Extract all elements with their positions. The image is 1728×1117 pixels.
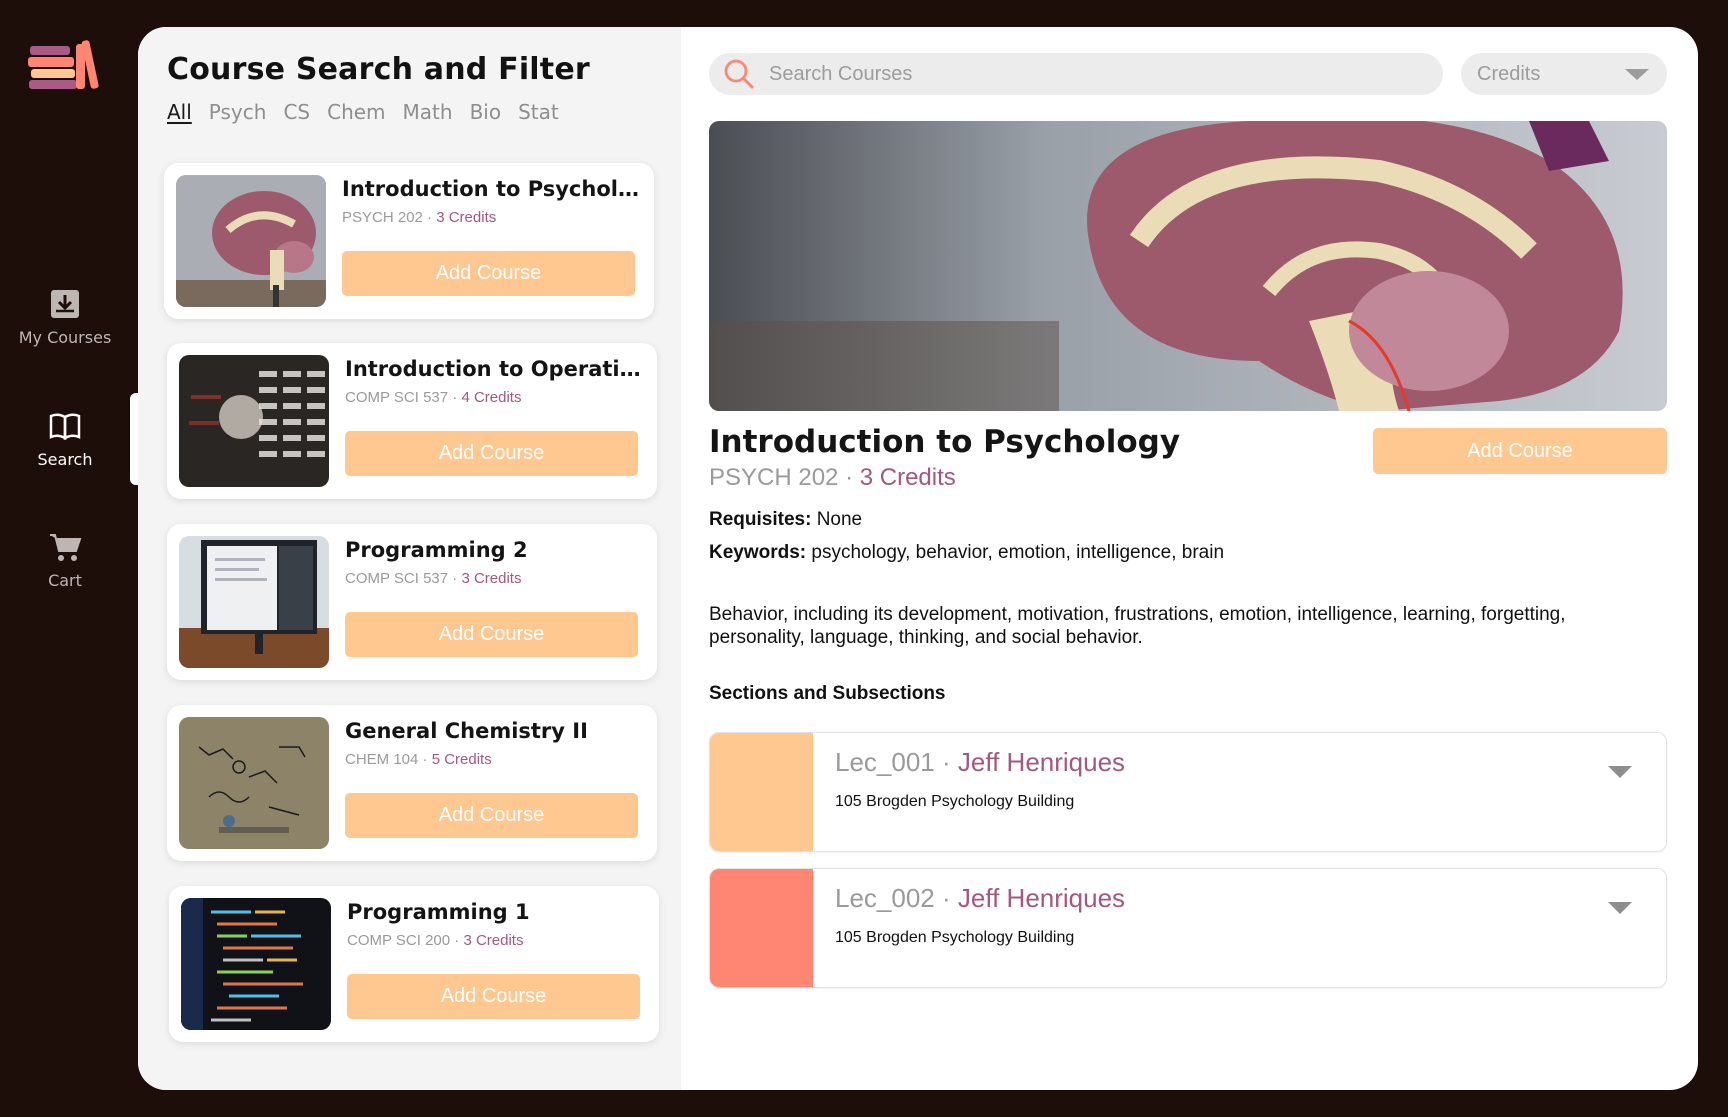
course-card[interactable]: Programming 2 COMP SCI 537 · 3 Credits A… (167, 524, 657, 680)
course-thumbnail-monitor (179, 536, 329, 668)
filter-tab-chem[interactable]: Chem (327, 100, 385, 124)
page-title: Course Search and Filter (167, 52, 590, 87)
course-title: Introduction to Operating S... (345, 357, 645, 381)
course-code: COMP SCI 537 (345, 570, 449, 587)
keywords: Keywords: psychology, behavior, emotion,… (709, 542, 1224, 564)
nav-rail: My Courses Search Cart (0, 0, 142, 1117)
section-instructor: Jeff Henriques (957, 883, 1126, 913)
course-credits: 5 Credits (431, 751, 492, 768)
filter-tab-stat[interactable]: Stat (518, 100, 559, 124)
chevron-down-icon[interactable] (1608, 902, 1632, 914)
course-detail-credits: 3 Credits (859, 464, 956, 491)
course-meta: COMP SCI 537 · 4 Credits (345, 389, 522, 406)
course-credits: 3 Credits (463, 932, 524, 949)
section-header: Lec_001 · Jeff Henriques (835, 747, 1126, 777)
add-course-button[interactable]: Add Course (345, 612, 638, 657)
filter-tab-psych[interactable]: Psych (209, 100, 267, 124)
course-meta: COMP SCI 537 · 3 Credits (345, 570, 522, 587)
course-title: Introduction to Psychology (342, 177, 642, 201)
section-row[interactable]: Lec_002 · Jeff Henriques 105 Brogden Psy… (709, 868, 1667, 988)
section-header: Lec_002 · Jeff Henriques (835, 883, 1126, 913)
course-thumbnail-brain (176, 175, 326, 307)
keywords-value: psychology, behavior, emotion, intellige… (811, 542, 1225, 563)
sections-heading: Sections and Subsections (709, 683, 946, 704)
course-description: Behavior, including its development, mot… (709, 604, 1566, 648)
books-logo-icon (28, 40, 99, 89)
section-row[interactable]: Lec_001 · Jeff Henriques 105 Brogden Psy… (709, 732, 1667, 852)
nav-search[interactable]: Search (0, 408, 130, 469)
section-location: 105 Brogden Psychology Building (835, 929, 1075, 946)
search-input[interactable] (767, 53, 1417, 95)
course-card[interactable]: Programming 1 COMP SCI 200 · 3 Credits A… (169, 886, 659, 1042)
course-title: General Chemistry II (345, 719, 588, 743)
nav-my-courses[interactable]: My Courses (0, 286, 130, 347)
course-hero-image (709, 121, 1667, 411)
add-course-button[interactable]: Add Course (1373, 428, 1667, 474)
section-name: Lec_001 (835, 747, 935, 777)
keywords-label: Keywords: (709, 542, 807, 563)
search-bar[interactable] (709, 53, 1443, 95)
course-code: PSYCH 202 (342, 209, 423, 226)
section-instructor: Jeff Henriques (957, 747, 1126, 777)
open-book-icon (49, 413, 81, 441)
subject-filter-tabs: All Psych CS Chem Math Bio Stat (167, 100, 559, 124)
course-meta: COMP SCI 200 · 3 Credits (347, 932, 524, 949)
nav-cart-label: Cart (48, 571, 82, 590)
course-credits: 4 Credits (461, 389, 522, 406)
section-name: Lec_002 (835, 883, 935, 913)
requisites: Requisites: None (709, 509, 862, 531)
course-detail-title: Introduction to Psychology (709, 424, 1181, 460)
course-thumbnail-chemistry (179, 717, 329, 849)
app-panel: Course Search and Filter All Psych CS Ch… (138, 27, 1698, 1090)
requisites-label: Requisites: (709, 509, 812, 530)
course-card[interactable]: Introduction to Psychology PSYCH 202 · 3… (164, 163, 654, 319)
section-location: 105 Brogden Psychology Building (835, 793, 1075, 810)
chevron-down-icon (1625, 69, 1649, 80)
add-course-button[interactable]: Add Course (345, 793, 638, 838)
course-meta: PSYCH 202 · 3 Credits (342, 209, 497, 226)
nav-my-courses-label: My Courses (18, 328, 112, 347)
course-list-pane: Course Search and Filter All Psych CS Ch… (138, 27, 681, 1090)
course-detail-meta: PSYCH 202 · 3 Credits (709, 464, 956, 491)
course-card[interactable]: Introduction to Operating S... COMP SCI … (167, 343, 657, 499)
section-color-swatch (710, 869, 813, 987)
credits-dropdown[interactable]: Credits (1461, 53, 1667, 95)
course-thumbnail-servers (179, 355, 329, 487)
cart-icon (50, 534, 82, 561)
add-course-button[interactable]: Add Course (347, 974, 640, 1019)
course-code: CHEM 104 (345, 751, 419, 768)
course-title: Programming 1 (347, 900, 530, 924)
filter-tab-bio[interactable]: Bio (470, 100, 502, 124)
filter-tab-cs[interactable]: CS (283, 100, 310, 124)
section-color-swatch (710, 733, 813, 851)
course-detail-code: PSYCH 202 (709, 464, 839, 491)
add-course-button[interactable]: Add Course (345, 431, 638, 476)
nav-cart[interactable]: Cart (0, 529, 130, 590)
download-tray-icon (51, 290, 79, 318)
search-icon (724, 59, 754, 89)
course-code: COMP SCI 200 (347, 932, 451, 949)
course-detail-pane: Credits (681, 27, 1698, 1090)
course-title: Programming 2 (345, 538, 528, 562)
credits-dropdown-label: Credits (1477, 63, 1541, 85)
course-meta: CHEM 104 · 5 Credits (345, 751, 492, 768)
requisites-value: None (816, 509, 863, 530)
course-credits: 3 Credits (461, 570, 522, 587)
add-course-button[interactable]: Add Course (342, 251, 635, 296)
course-code: COMP SCI 537 (345, 389, 449, 406)
course-thumbnail-code (181, 898, 331, 1030)
filter-tab-all[interactable]: All (167, 100, 192, 124)
chevron-down-icon[interactable] (1608, 766, 1632, 778)
nav-search-label: Search (37, 450, 93, 469)
course-card[interactable]: General Chemistry II CHEM 104 · 5 Credit… (167, 705, 657, 861)
filter-tab-math[interactable]: Math (403, 100, 453, 124)
course-credits: 3 Credits (436, 209, 497, 226)
